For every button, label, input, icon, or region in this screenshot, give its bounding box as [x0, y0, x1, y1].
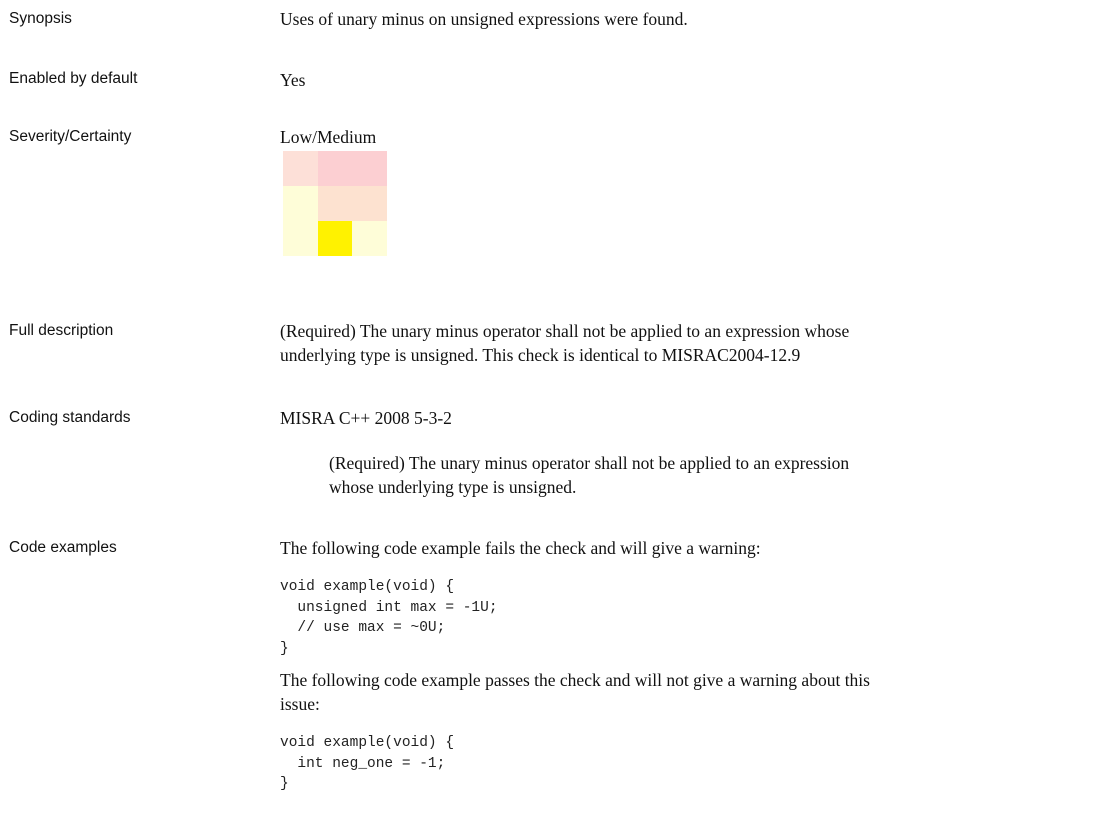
fail-code-block: void example(void) { unsigned int max = …: [280, 577, 1080, 659]
pass-code-block: void example(void) { int neg_one = -1; }: [280, 733, 1080, 795]
matrix-cell: [352, 151, 387, 186]
matrix-cell: [283, 186, 318, 221]
full-description-text: (Required) The unary minus operator shal…: [280, 319, 1080, 367]
full-description-label: Full description: [9, 322, 114, 339]
matrix-cell: [352, 221, 387, 256]
coding-standard-detail: (Required) The unary minus operator shal…: [329, 451, 1069, 499]
coding-standards-label: Coding standards: [9, 409, 131, 426]
matrix-cell: [283, 221, 318, 256]
synopsis-label: Synopsis: [9, 10, 72, 27]
enabled-value: Yes: [280, 70, 306, 90]
enabled-label: Enabled by default: [9, 70, 138, 87]
pass-example-intro-line: The following code example passes the ch…: [280, 670, 870, 690]
fail-example-intro: The following code example fails the che…: [280, 538, 761, 558]
matrix-cell-highlight: [317, 221, 353, 256]
coding-standard-detail-line: whose underlying type is unsigned.: [329, 477, 577, 497]
severity-value: Low/Medium: [280, 127, 377, 147]
matrix-cell: [317, 186, 353, 221]
coding-standard-name: MISRA C++ 2008 5-3-2: [280, 408, 452, 428]
severity-label: Severity/Certainty: [9, 128, 132, 145]
synopsis-text: Uses of unary minus on unsigned expressi…: [280, 9, 688, 29]
pass-example-intro: The following code example passes the ch…: [280, 668, 1080, 716]
full-description-line: (Required) The unary minus operator shal…: [280, 321, 850, 341]
matrix-cell: [352, 186, 387, 221]
code-examples-label: Code examples: [9, 539, 117, 556]
full-description-line: underlying type is unsigned. This check …: [280, 345, 801, 365]
matrix-cell: [317, 151, 353, 186]
matrix-cell: [283, 151, 318, 186]
coding-standard-detail-line: (Required) The unary minus operator shal…: [329, 453, 850, 473]
pass-code: void example(void) { int neg_one = -1; }: [280, 735, 455, 792]
severity-certainty-matrix: [283, 151, 387, 256]
pass-example-intro-line: issue:: [280, 694, 320, 714]
fail-code: void example(void) { unsigned int max = …: [280, 579, 498, 657]
